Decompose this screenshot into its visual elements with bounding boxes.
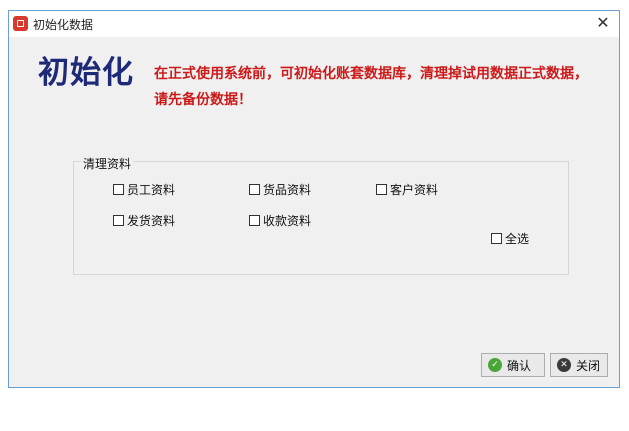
confirm-button-label: 确认 — [507, 358, 532, 373]
checkbox-box[interactable] — [491, 233, 502, 244]
checkbox-box[interactable] — [113, 215, 124, 226]
checkbox-box[interactable] — [249, 215, 260, 226]
close-button[interactable]: ✕ 关闭 — [550, 353, 608, 377]
checkbox-payment[interactable]: 收款资料 — [249, 212, 311, 229]
checkbox-goods[interactable]: 货品资料 — [249, 181, 311, 198]
close-icon[interactable]: ✕ — [594, 14, 612, 32]
checkbox-box[interactable] — [376, 184, 387, 195]
checkbox-box[interactable] — [113, 184, 124, 195]
check-circle-icon: ✓ — [488, 358, 502, 372]
group-label: 清理资料 — [81, 155, 134, 172]
checkbox-select-all[interactable]: 全选 — [491, 230, 529, 247]
dialog-window: 初始化数据 ✕ 初始化 在正式使用系统前，可初始化账套数据库，清理掉试用数据正式… — [8, 10, 620, 388]
x-circle-icon: ✕ — [557, 358, 571, 372]
checkbox-label: 全选 — [505, 232, 530, 246]
app-icon — [13, 16, 28, 31]
confirm-button[interactable]: ✓ 确认 — [481, 353, 545, 377]
checkbox-customer[interactable]: 客户资料 — [376, 181, 438, 198]
title-bar[interactable]: 初始化数据 ✕ — [9, 11, 619, 37]
close-button-label: 关闭 — [576, 358, 601, 373]
window-title: 初始化数据 — [33, 18, 94, 32]
checkbox-box[interactable] — [249, 184, 260, 195]
warning-text: 在正式使用系统前，可初始化账套数据库，清理掉试用数据正式数据，请先备份数据！ — [154, 66, 588, 108]
checkbox-label: 货品资料 — [263, 183, 312, 197]
page-title: 初始化 — [38, 55, 134, 91]
checkbox-label: 收款资料 — [263, 214, 312, 228]
checkbox-employee[interactable]: 员工资料 — [113, 181, 175, 198]
checkbox-label: 发货资料 — [127, 214, 176, 228]
checkbox-label: 客户资料 — [390, 183, 439, 197]
checkbox-shipment[interactable]: 发货资料 — [113, 212, 175, 229]
checkbox-label: 员工资料 — [127, 183, 176, 197]
